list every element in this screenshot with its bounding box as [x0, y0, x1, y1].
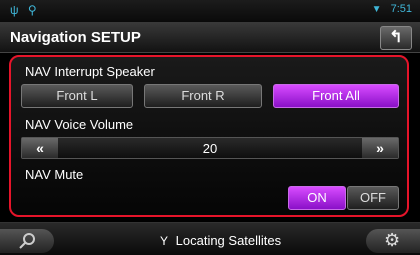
settings-button[interactable]: ⚙: [366, 229, 420, 253]
gps-status: Y Locating Satellites: [160, 233, 281, 248]
title-bar: Navigation SETUP ↰: [0, 22, 420, 53]
clock: 7:51: [390, 3, 412, 15]
page-title: Navigation SETUP: [10, 29, 141, 46]
volume-value: 20: [202, 141, 218, 156]
usb-icon: ψ: [10, 3, 19, 17]
satellite-icon: Y: [160, 234, 169, 248]
front-r-button[interactable]: Front R: [144, 84, 262, 108]
mute-off-button[interactable]: OFF: [347, 186, 399, 210]
search-button[interactable]: [0, 229, 54, 253]
search-icon: [19, 233, 35, 249]
return-icon: ↰: [389, 29, 403, 46]
front-l-button[interactable]: Front L: [21, 84, 133, 108]
nav-mute-label: NAV Mute: [25, 167, 84, 182]
settings-panel: NAV Interrupt Speaker Front L Front R Fr…: [9, 55, 409, 217]
bottom-bar: Y Locating Satellites ⚙: [0, 222, 420, 255]
front-all-button[interactable]: Front All: [273, 84, 399, 108]
status-bar: ψ ⚲ ▼ 7:51: [0, 0, 420, 22]
back-button[interactable]: ↰: [380, 26, 412, 50]
bluetooth-icon: ⚲: [27, 3, 37, 17]
voice-volume-control: « 20 »: [21, 137, 399, 159]
status-right: ▼ 7:51: [372, 3, 412, 15]
voice-volume-label: NAV Voice Volume: [25, 117, 134, 132]
status-icons: ψ ⚲: [10, 3, 37, 17]
gear-icon: ⚙: [384, 230, 401, 250]
interrupt-speaker-label: NAV Interrupt Speaker: [25, 64, 155, 79]
volume-increase-button[interactable]: »: [362, 138, 398, 158]
gps-status-text: Locating Satellites: [175, 233, 282, 248]
mute-on-button[interactable]: ON: [288, 186, 346, 210]
signal-icon: ▼: [371, 4, 382, 15]
